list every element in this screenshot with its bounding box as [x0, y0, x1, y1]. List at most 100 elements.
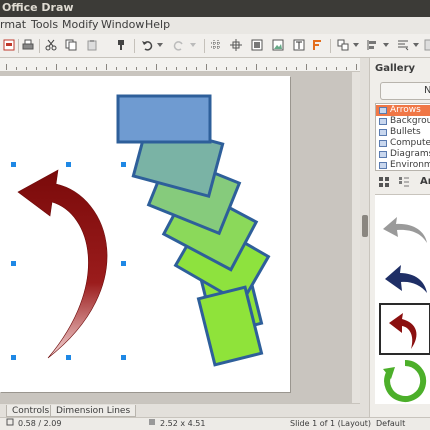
- menu-window[interactable]: Window: [101, 18, 144, 31]
- handle-top-left: [11, 162, 16, 167]
- standard-toolbar: [0, 34, 430, 58]
- ruler-tick: [66, 67, 67, 70]
- copy-icon[interactable]: [64, 38, 78, 52]
- green-circular-arrow-icon[interactable]: [379, 355, 430, 407]
- image-icon[interactable]: [250, 38, 264, 52]
- theme-item-diagrams[interactable]: Diagrams: [376, 149, 430, 160]
- menu-format[interactable]: rmat: [0, 18, 26, 31]
- theme-item-bullets[interactable]: Bullets: [376, 127, 430, 138]
- ruler-tick: [196, 67, 197, 70]
- status-slide: Slide 1 of 1 (Layout): [290, 419, 372, 428]
- handle-bottom-left: [11, 355, 16, 360]
- cut-icon[interactable]: [44, 38, 58, 52]
- sidebar-collapse-handle[interactable]: [360, 58, 370, 417]
- menu-modify[interactable]: Modify: [62, 18, 98, 31]
- vertical-scrollbar[interactable]: [352, 72, 360, 403]
- ruler-tick: [326, 67, 327, 70]
- curved-arrow-shape[interactable]: [17, 169, 108, 359]
- ruler-tick: [306, 64, 307, 70]
- insert-image-icon[interactable]: [271, 38, 285, 52]
- tab-controls[interactable]: Controls: [6, 405, 56, 417]
- ruler-tick: [256, 64, 257, 70]
- ruler-tick: [6, 64, 7, 70]
- ruler-tick: [146, 67, 147, 70]
- status-style: Default: [376, 419, 406, 428]
- folder-icon: [379, 107, 387, 114]
- redo-icon[interactable]: [172, 38, 186, 52]
- ruler-tick: [96, 67, 97, 70]
- handle-bottom-right: [121, 355, 126, 360]
- handle-middle-left: [11, 261, 16, 266]
- ruler-tick: [176, 67, 177, 70]
- menu-tools[interactable]: Tools: [31, 18, 58, 31]
- theme-item-environment[interactable]: Environm: [376, 160, 430, 171]
- pdf-export-icon[interactable]: [2, 38, 16, 52]
- icon-view-icon[interactable]: [377, 175, 391, 189]
- shapes-icon[interactable]: [336, 38, 350, 52]
- menu-help[interactable]: Help: [145, 18, 170, 31]
- red-arrow-icon[interactable]: [379, 303, 430, 355]
- ruler-tick: [226, 67, 227, 70]
- horizontal-ruler[interactable]: [0, 58, 360, 72]
- ruler-tick: [56, 64, 57, 70]
- ruler-tick: [136, 67, 137, 70]
- title-bar: Office Draw: [0, 0, 430, 17]
- gallery-view-label: Ar: [420, 176, 430, 187]
- folder-icon: [379, 151, 387, 158]
- window-title: Office Draw: [2, 1, 74, 14]
- fan-rect-1: [116, 94, 212, 144]
- fontwork-icon[interactable]: [311, 38, 325, 52]
- paste-icon[interactable]: [85, 38, 99, 52]
- theme-item-backgrounds[interactable]: Backgrou: [376, 116, 430, 127]
- ruler-tick: [76, 67, 77, 70]
- shapes-dropdown-icon[interactable]: [349, 38, 363, 52]
- drawing-page[interactable]: [0, 76, 290, 392]
- gallery-title: Gallery: [375, 63, 416, 74]
- theme-item-arrows[interactable]: Arrows: [376, 105, 430, 116]
- ruler-tick: [86, 67, 87, 70]
- clone-format-icon[interactable]: [114, 38, 128, 52]
- size-icon: [148, 418, 156, 430]
- ruler-tick: [336, 67, 337, 70]
- ruler-tick: [106, 64, 107, 70]
- drawing-canvas[interactable]: [0, 76, 290, 392]
- position-icon: [6, 418, 14, 430]
- print-icon[interactable]: [21, 38, 35, 52]
- gallery-theme-list[interactable]: Arrows Backgrou Bullets Computer Diagram…: [375, 103, 430, 171]
- ruler-tick: [356, 64, 357, 70]
- ruler-tick: [266, 67, 267, 70]
- ruler-tick: [276, 67, 277, 70]
- undo-dropdown-icon[interactable]: [153, 38, 167, 52]
- ruler-tick: [286, 67, 287, 70]
- navy-arrow-icon[interactable]: [379, 253, 430, 305]
- folder-icon: [379, 129, 387, 136]
- grip-icon[interactable]: [362, 215, 368, 237]
- textbox-icon[interactable]: [292, 38, 306, 52]
- ruler-tick: [16, 67, 17, 70]
- align-icon[interactable]: [366, 38, 380, 52]
- drawing-workspace: [0, 72, 360, 403]
- theme-item-computers[interactable]: Computer: [376, 138, 430, 149]
- tab-dimension-lines[interactable]: Dimension Lines: [50, 405, 137, 417]
- redo-dropdown-icon[interactable]: [186, 38, 200, 52]
- align-dropdown-icon[interactable]: [379, 38, 393, 52]
- helplines-icon[interactable]: [229, 38, 243, 52]
- gray-arrow-icon[interactable]: [379, 203, 430, 255]
- new-theme-button[interactable]: N: [380, 82, 430, 100]
- menu-bar: rmat Tools Modify Window Help: [0, 17, 430, 34]
- folder-icon: [379, 140, 387, 147]
- undo-icon[interactable]: [140, 38, 154, 52]
- ruler-tick: [126, 67, 127, 70]
- arrange-icon[interactable]: [396, 38, 410, 52]
- grid-icon[interactable]: [209, 38, 223, 52]
- detail-view-icon[interactable]: [397, 175, 411, 189]
- ruler-tick: [156, 64, 157, 70]
- status-size: 2.52 x 4.51: [160, 419, 206, 428]
- ruler-tick: [346, 67, 347, 70]
- ruler-tick: [296, 67, 297, 70]
- toolbar-tabs: Controls Dimension Lines: [0, 403, 360, 417]
- more-icon[interactable]: [421, 38, 430, 52]
- ruler-tick: [246, 67, 247, 70]
- ruler-tick: [166, 67, 167, 70]
- rectangle-stack[interactable]: [116, 94, 271, 367]
